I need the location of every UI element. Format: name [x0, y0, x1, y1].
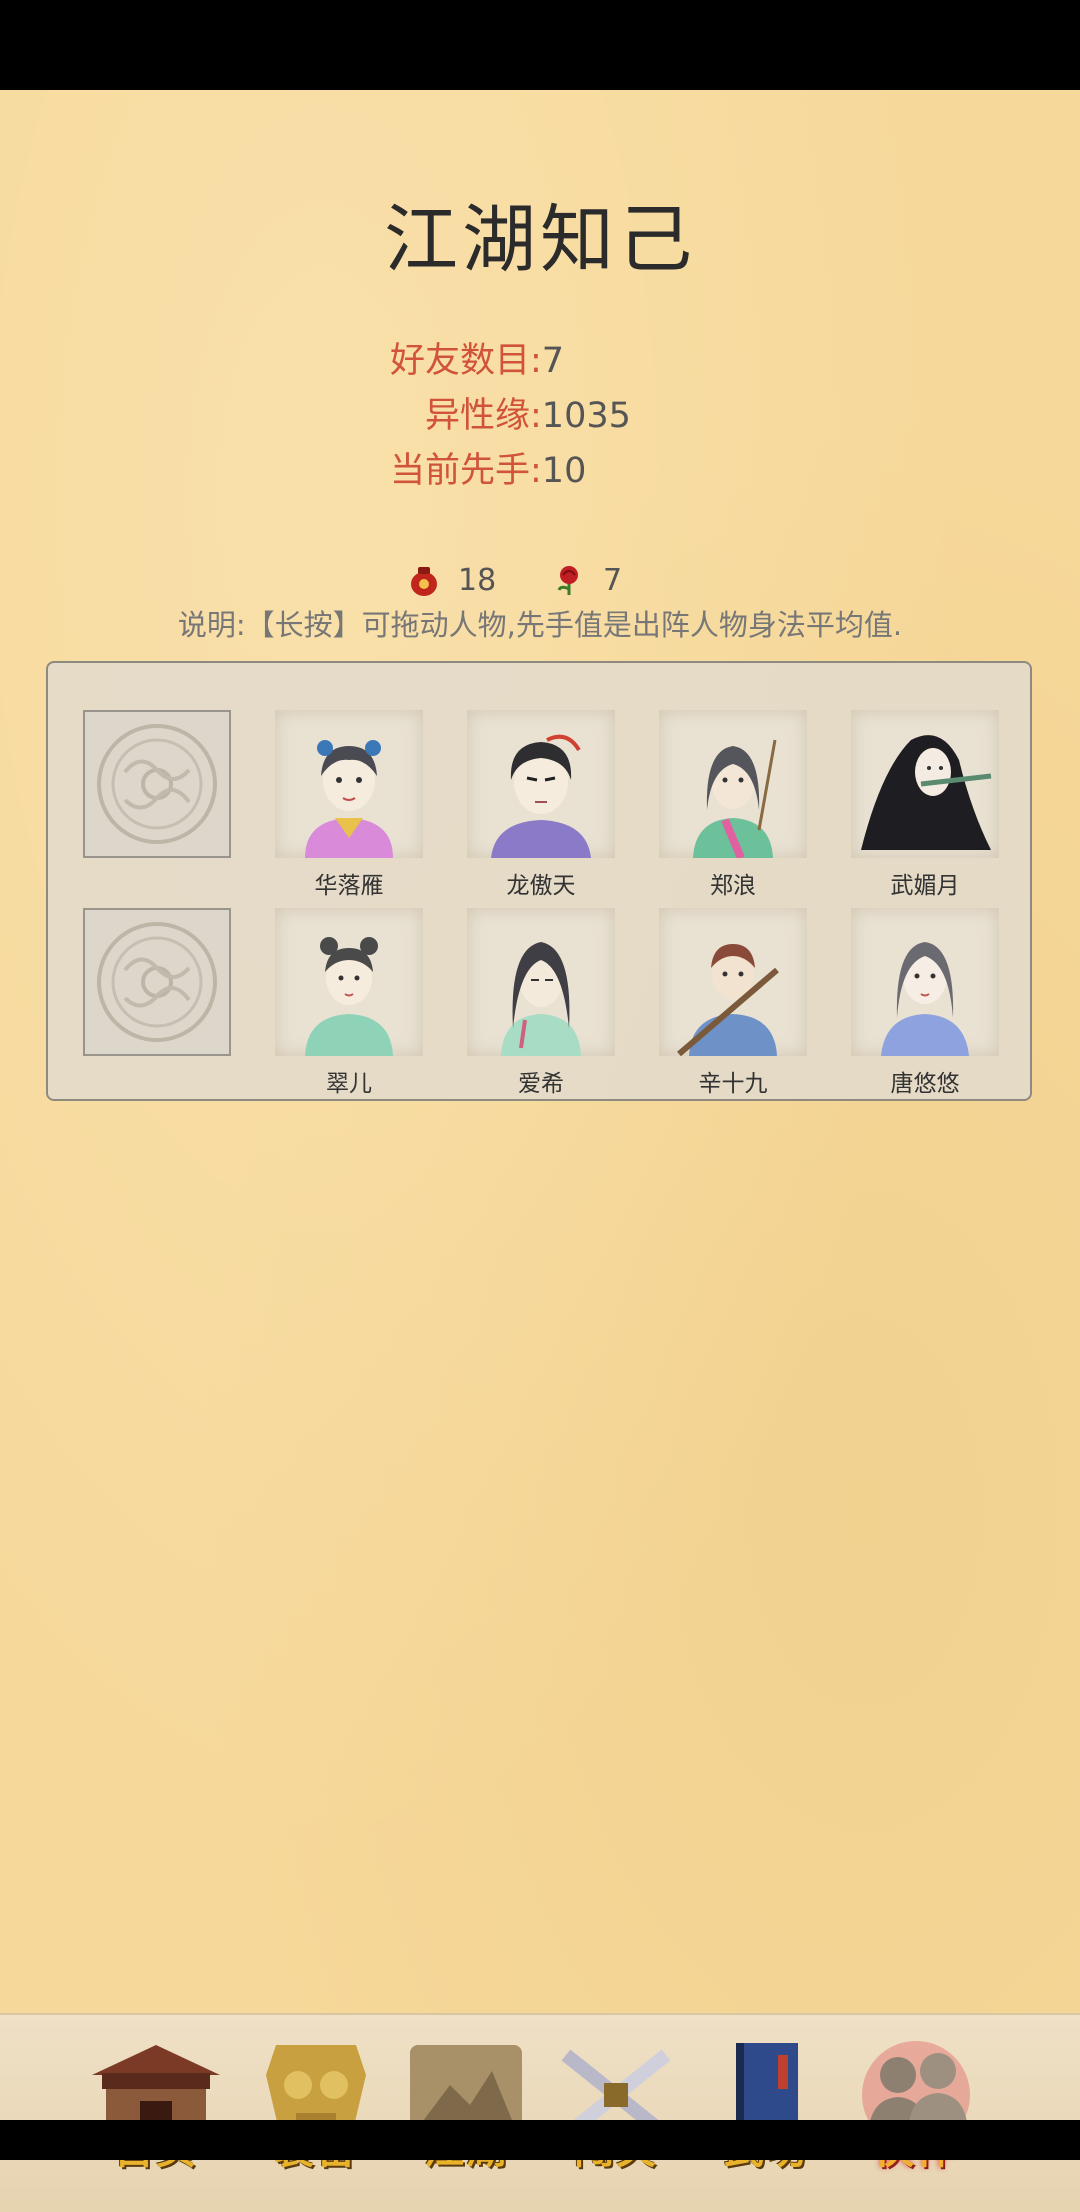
empty-slot-emblem-icon [97, 724, 217, 844]
companion-portrait[interactable] [851, 710, 999, 858]
female-mystic-icon [501, 942, 581, 1056]
companion-portrait[interactable] [467, 908, 615, 1056]
companion-name: 翠儿 [326, 1071, 372, 1097]
rose-counter: 7 [553, 550, 622, 610]
female-character-icon [305, 740, 393, 858]
wine-count: 18 [458, 562, 497, 598]
drag-instruction: 说明:【长按】可拖动人物,先手值是出阵人物身法平均值. [177, 608, 903, 642]
initiative-row: 当前先手:10 [390, 442, 586, 493]
companion-portrait[interactable] [659, 908, 807, 1057]
companion-name: 武媚月 [890, 873, 960, 899]
friend-count-row: 好友数目:7 [390, 332, 564, 383]
female-scholar-icon [881, 942, 969, 1056]
staff-fighter-icon [677, 944, 779, 1057]
companion-name: 辛十九 [698, 1071, 768, 1097]
male-wanderer-icon [693, 739, 777, 860]
page-title: 江湖知己 [384, 197, 696, 283]
nav-martial-arts[interactable]: 武功 [696, 2035, 836, 2185]
companion-portrait[interactable] [275, 710, 423, 858]
wine-jar-icon [411, 567, 437, 596]
nav-challenge[interactable]: 闯关 [546, 2035, 686, 2185]
companion-portrait[interactable] [467, 710, 615, 858]
charm-row: 异性缘:1035 [425, 387, 631, 438]
young-girl-icon [305, 937, 393, 1056]
bottom-navigation: 首页 装备 江湖 闯关 [0, 2013, 1080, 2212]
friend-count-label: 好友数目: [390, 341, 542, 381]
empty-slot-2[interactable] [83, 908, 231, 1056]
empty-slot-1[interactable] [83, 710, 231, 858]
companion-portrait[interactable] [659, 710, 807, 860]
companion-name: 华落雁 [314, 873, 384, 899]
companion-name: 郑浪 [710, 873, 756, 899]
resource-counters: 18 7 [0, 550, 1080, 610]
nav-companions[interactable]: 伙伴 [846, 2035, 986, 2185]
system-nav-strip [0, 2120, 1080, 2160]
initiative-label: 当前先手: [390, 451, 542, 491]
charm-value: 1035 [541, 396, 631, 436]
companion-name: 唐悠悠 [890, 1071, 960, 1097]
companion-name: 爱希 [518, 1071, 564, 1097]
wine-counter: 18 [408, 550, 496, 610]
flute-player-icon [861, 735, 992, 850]
nav-equipment[interactable]: 装备 [246, 2035, 386, 2185]
team-panel: 华落雁 龙傲天 郑浪 武媚月 翠儿 爱希 辛十九 唐悠悠 [46, 661, 1032, 1101]
empty-slot-emblem-icon [97, 922, 217, 1042]
nav-jianghu[interactable]: 江湖 [396, 2035, 536, 2185]
companion-portrait[interactable] [275, 908, 423, 1056]
companion-portrait[interactable] [851, 908, 999, 1056]
rose-icon [557, 566, 578, 595]
companions-page: 江湖知己 好友数目:7 异性缘:1035 当前先手:10 18 7 说明:【长按… [0, 90, 1080, 2212]
nav-home[interactable]: 首页 [86, 2035, 226, 2185]
male-swordsman-icon [491, 734, 591, 858]
rose-count: 7 [603, 562, 623, 598]
friend-count-value: 7 [541, 341, 565, 381]
status-bar [0, 0, 1080, 90]
charm-label: 异性缘: [425, 396, 542, 436]
initiative-value: 10 [541, 451, 587, 491]
companion-name: 龙傲天 [506, 873, 576, 899]
